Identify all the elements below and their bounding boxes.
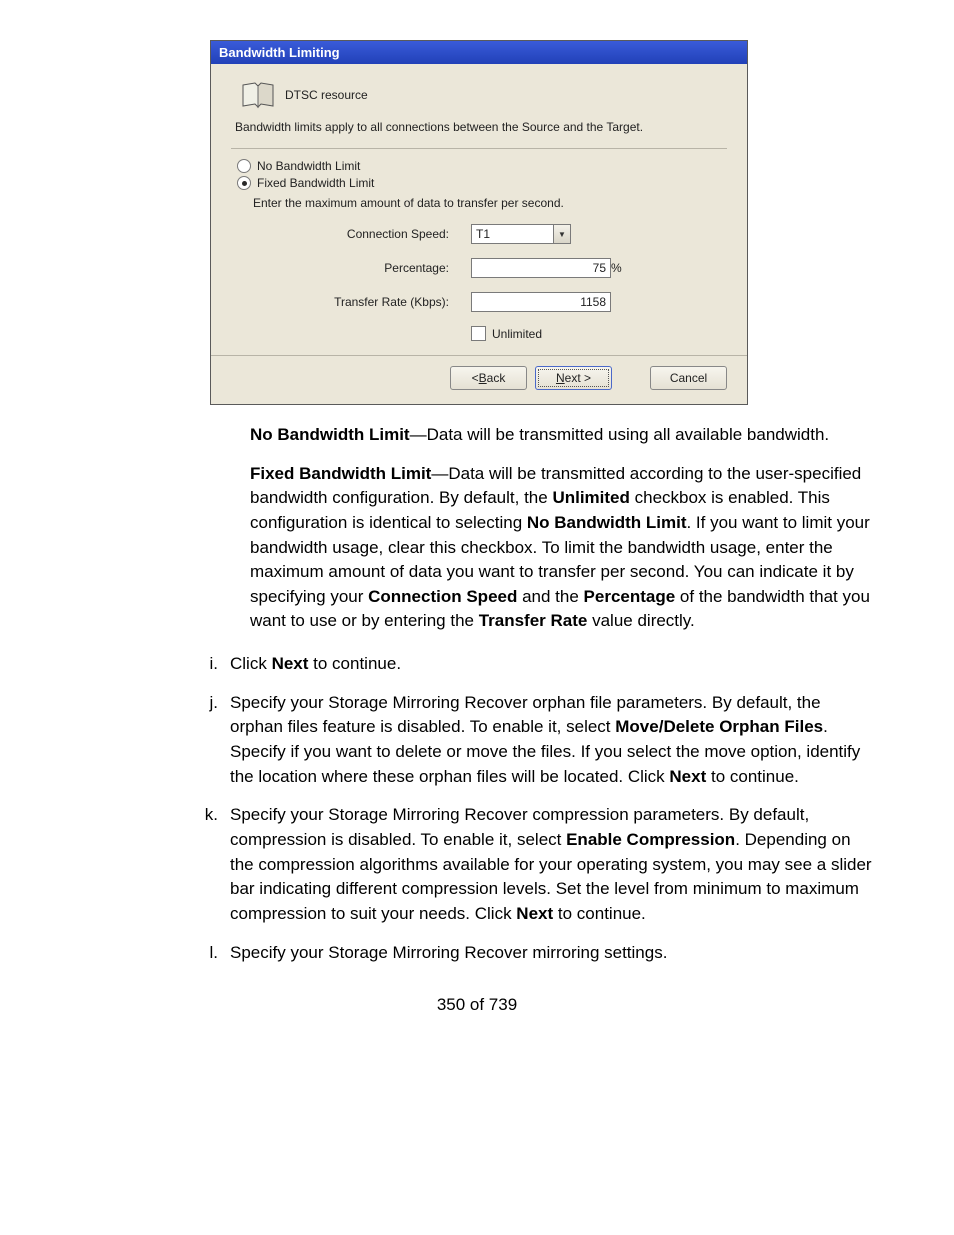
transfer-rate-value: 1158: [580, 295, 606, 309]
back-button[interactable]: < Back: [450, 366, 527, 390]
label-transfer-rate: Transfer Rate (Kbps):: [271, 295, 471, 309]
transfer-rate-field[interactable]: 1158: [471, 292, 611, 312]
radio-label: No Bandwidth Limit: [257, 159, 360, 173]
unlimited-label: Unlimited: [492, 327, 542, 341]
paragraph-no-bandwidth: No Bandwidth Limit—Data will be transmit…: [250, 423, 874, 448]
radio-label: Fixed Bandwidth Limit: [257, 176, 374, 190]
dialog-body: DTSC resource Bandwidth limits apply to …: [211, 64, 747, 355]
percentage-value: 75: [593, 261, 606, 275]
doc-body: No Bandwidth Limit—Data will be transmit…: [250, 423, 874, 634]
radio-icon-selected: [237, 176, 251, 190]
radio-fixed-bandwidth-limit[interactable]: Fixed Bandwidth Limit: [237, 176, 727, 190]
chevron-down-icon[interactable]: ▼: [553, 225, 570, 243]
dialog-button-bar: < Back Next > Cancel: [211, 355, 747, 404]
step-j: j. Specify your Storage Mirroring Recove…: [198, 691, 878, 790]
ordered-steps: i. Click Next to continue. j. Specify yo…: [198, 652, 878, 965]
unlimited-checkbox-row[interactable]: Unlimited: [471, 326, 641, 341]
checkbox-icon: [471, 326, 486, 341]
dialog-title: Bandwidth Limiting: [219, 45, 340, 60]
book-icon: [241, 80, 275, 110]
next-button[interactable]: Next >: [535, 366, 612, 390]
resource-name: DTSC resource: [285, 88, 368, 102]
radio-no-bandwidth-limit[interactable]: No Bandwidth Limit: [237, 159, 727, 173]
step-i: i. Click Next to continue.: [198, 652, 878, 677]
separator: [231, 148, 727, 149]
bandwidth-dialog: Bandwidth Limiting DTSC resource Bandwid…: [210, 40, 748, 405]
paragraph-fixed-bandwidth: Fixed Bandwidth Limit—Data will be trans…: [250, 462, 874, 634]
step-k: k. Specify your Storage Mirroring Recove…: [198, 803, 878, 926]
percentage-field[interactable]: 75: [471, 258, 611, 278]
label-percentage: Percentage:: [271, 261, 471, 275]
connection-speed-value: T1: [472, 225, 553, 243]
percent-symbol: %: [611, 261, 641, 275]
enter-max-text: Enter the maximum amount of data to tran…: [253, 196, 727, 210]
step-l: l. Specify your Storage Mirroring Recove…: [198, 941, 878, 966]
dialog-description: Bandwidth limits apply to all connection…: [235, 120, 727, 134]
cancel-button[interactable]: Cancel: [650, 366, 727, 390]
radio-icon: [237, 159, 251, 173]
document-page: Bandwidth Limiting DTSC resource Bandwid…: [0, 0, 954, 1055]
page-number: 350 of 739: [80, 995, 874, 1015]
connection-speed-select[interactable]: T1 ▼: [471, 224, 571, 244]
label-connection-speed: Connection Speed:: [271, 227, 471, 241]
dialog-titlebar: Bandwidth Limiting: [211, 41, 747, 64]
